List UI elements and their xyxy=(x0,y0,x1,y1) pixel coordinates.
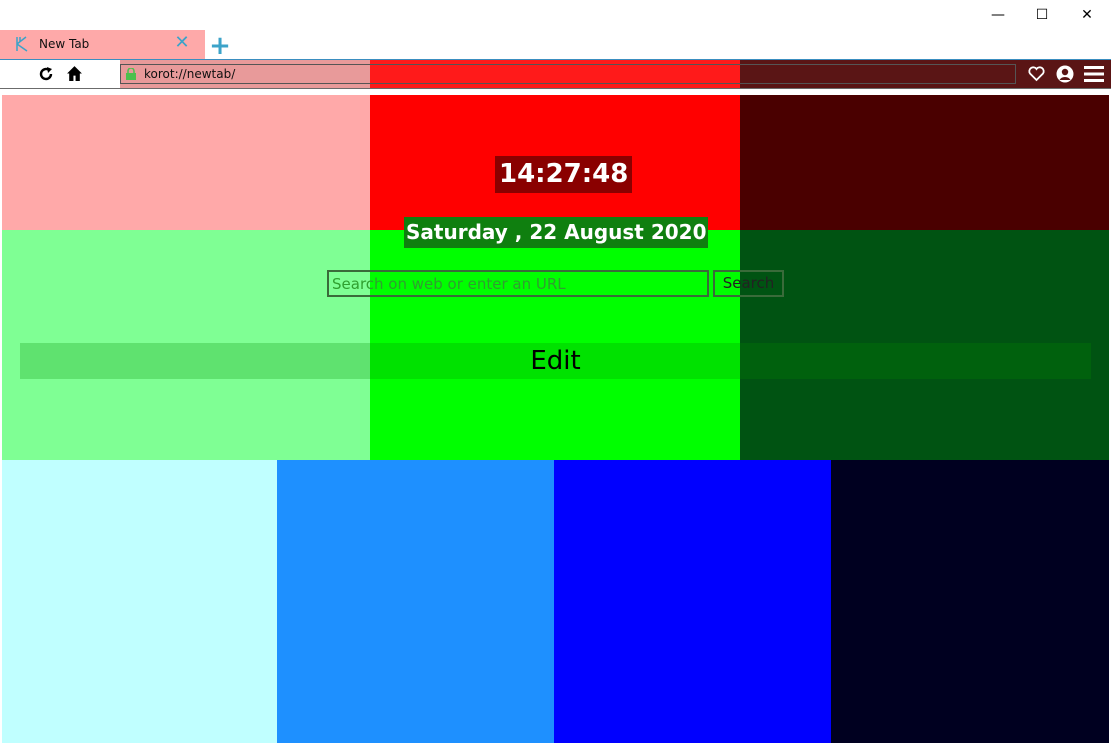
clock: 14:27:48 xyxy=(495,156,633,193)
close-window-button[interactable]: ✕ xyxy=(1064,0,1110,30)
color-block xyxy=(2,460,277,743)
color-block xyxy=(831,460,1109,743)
new-tab-button[interactable]: + xyxy=(209,33,231,59)
color-block xyxy=(554,460,831,743)
new-tab-page: 14:27:48 Saturday , 22 August 2020 Searc… xyxy=(2,95,1109,743)
lock-icon xyxy=(126,68,136,80)
color-block xyxy=(740,95,1109,230)
reload-icon[interactable] xyxy=(38,66,54,82)
date-label: Saturday , 22 August 2020 xyxy=(404,217,709,248)
maximize-button[interactable]: ☐ xyxy=(1019,0,1065,30)
url-text: korot://newtab/ xyxy=(144,67,236,81)
hamburger-menu-icon[interactable] xyxy=(1084,65,1104,83)
color-block xyxy=(2,95,370,230)
toolbar: korot://newtab/ xyxy=(0,59,1111,89)
korot-logo-icon xyxy=(16,36,28,52)
tab-title: New Tab xyxy=(39,37,90,51)
search-button[interactable]: Search xyxy=(713,270,784,297)
search-input[interactable] xyxy=(327,270,709,297)
tab-new-tab[interactable]: New Tab ✕ xyxy=(0,30,205,59)
heart-icon[interactable] xyxy=(1028,66,1045,82)
close-tab-icon[interactable]: ✕ xyxy=(173,34,191,52)
edit-button[interactable]: Edit xyxy=(20,343,1091,379)
minimize-button[interactable]: — xyxy=(975,0,1021,30)
address-bar[interactable]: korot://newtab/ xyxy=(120,64,1016,84)
user-icon[interactable] xyxy=(1056,65,1074,83)
home-icon[interactable] xyxy=(66,65,83,82)
color-block xyxy=(277,460,554,743)
